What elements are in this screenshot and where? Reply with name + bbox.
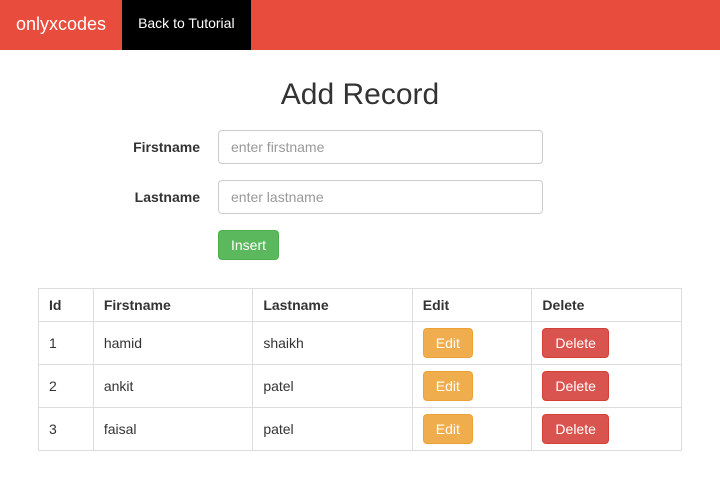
lastname-input[interactable] (218, 180, 543, 214)
page-title: Add Record (38, 78, 682, 112)
cell-delete: Delete (532, 408, 682, 451)
brand-logo: onlyxcodes (0, 0, 122, 50)
cell-firstname: hamid (93, 322, 252, 365)
cell-lastname: patel (253, 365, 412, 408)
table-row: 2 ankit patel Edit Delete (39, 365, 682, 408)
col-header-edit: Edit (412, 289, 532, 322)
firstname-label: Firstname (38, 139, 218, 155)
insert-button[interactable]: Insert (218, 230, 279, 260)
delete-button[interactable]: Delete (542, 328, 608, 358)
cell-edit: Edit (412, 322, 532, 365)
cell-lastname: shaikh (253, 322, 412, 365)
cell-lastname: patel (253, 408, 412, 451)
main-container: Add Record Firstname Lastname Insert Id … (0, 78, 720, 451)
edit-button[interactable]: Edit (423, 414, 473, 444)
col-header-lastname: Lastname (253, 289, 412, 322)
firstname-row: Firstname (38, 130, 682, 164)
cell-id: 3 (39, 408, 94, 451)
cell-firstname: faisal (93, 408, 252, 451)
cell-delete: Delete (532, 322, 682, 365)
cell-edit: Edit (412, 365, 532, 408)
delete-button[interactable]: Delete (542, 414, 608, 444)
firstname-input[interactable] (218, 130, 543, 164)
col-header-firstname: Firstname (93, 289, 252, 322)
edit-button[interactable]: Edit (423, 328, 473, 358)
cell-firstname: ankit (93, 365, 252, 408)
edit-button[interactable]: Edit (423, 371, 473, 401)
back-to-tutorial-link[interactable]: Back to Tutorial (122, 0, 251, 50)
navbar: onlyxcodes Back to Tutorial (0, 0, 720, 50)
delete-button[interactable]: Delete (542, 371, 608, 401)
table-row: 3 faisal patel Edit Delete (39, 408, 682, 451)
insert-row: Insert (38, 230, 682, 260)
lastname-row: Lastname (38, 180, 682, 214)
records-table: Id Firstname Lastname Edit Delete 1 hami… (38, 288, 682, 451)
col-header-delete: Delete (532, 289, 682, 322)
table-header-row: Id Firstname Lastname Edit Delete (39, 289, 682, 322)
cell-edit: Edit (412, 408, 532, 451)
table-row: 1 hamid shaikh Edit Delete (39, 322, 682, 365)
col-header-id: Id (39, 289, 94, 322)
cell-id: 1 (39, 322, 94, 365)
lastname-label: Lastname (38, 189, 218, 205)
cell-id: 2 (39, 365, 94, 408)
cell-delete: Delete (532, 365, 682, 408)
